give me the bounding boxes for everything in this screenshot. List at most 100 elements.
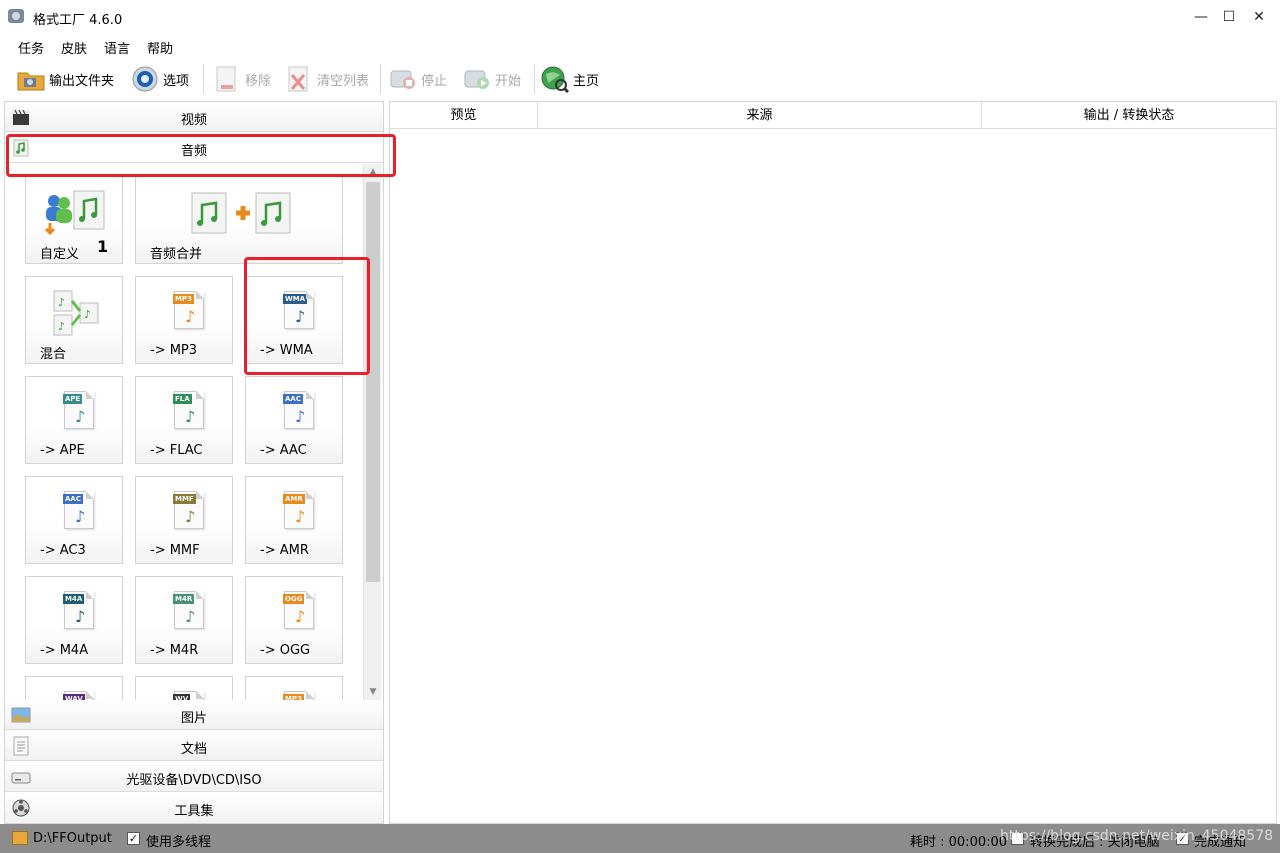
home-button[interactable]: 主页 <box>540 64 599 94</box>
scroll-up-icon[interactable]: ▲ <box>364 164 382 180</box>
format-tag: AAC <box>283 394 303 404</box>
category-picture-label: 图片 <box>180 711 207 726</box>
audio-tile-aac[interactable]: AAC ♪ -> AC3 <box>25 476 123 564</box>
category-tools[interactable]: 工具集 <box>5 793 383 823</box>
scrollbar-thumb[interactable] <box>366 182 380 582</box>
m4r-icon: M4R ♪ <box>170 589 206 633</box>
clear-list-icon <box>284 65 314 93</box>
category-disc[interactable]: 光驱设备\DVD\CD\ISO <box>5 762 383 792</box>
wav-icon: WAV♪ <box>60 689 96 700</box>
format-tag: AAC <box>63 494 83 504</box>
audio-tile-wav[interactable]: WAV♪ <box>25 676 123 700</box>
tile-label: -> M4A <box>40 643 89 658</box>
category-picture[interactable]: 图片 <box>5 700 383 730</box>
task-list-panel: 预览 来源 输出 / 转换状态 <box>389 101 1277 824</box>
column-preview[interactable]: 预览 <box>390 102 538 129</box>
music-note-icon: ♪ <box>295 407 306 426</box>
audio-tile-mp3[interactable]: MP3♪ <box>245 676 343 700</box>
audio-tile-item[interactable]: ♪ ♪ ♪ 混合 <box>25 276 123 364</box>
scroll-down-icon[interactable]: ▼ <box>364 684 382 700</box>
maximize-button[interactable]: ☐ <box>1214 6 1244 28</box>
audio-tile-wma[interactable]: WMA ♪ -> WMA <box>245 276 343 364</box>
folder-icon <box>16 65 46 93</box>
mmf-icon: MMF ♪ <box>170 489 206 533</box>
minimize-button[interactable]: — <box>1186 6 1216 28</box>
aac-icon: AAC ♪ <box>280 389 316 433</box>
output-folder-button[interactable]: 输出文件夹 <box>16 64 114 94</box>
audio-tile-item[interactable]: 音频合并 <box>135 176 343 264</box>
toolbar-separator <box>534 64 535 94</box>
remove-button[interactable]: 移除 <box>212 64 271 94</box>
category-audio[interactable]: 音频 <box>5 133 383 163</box>
svg-text:♪: ♪ <box>58 296 65 309</box>
tile-label: 自定义 <box>40 247 80 262</box>
gear-icon <box>130 65 160 93</box>
app-icon <box>8 9 24 23</box>
stop-icon <box>388 65 418 93</box>
tile-label: -> MP3 <box>150 343 198 358</box>
music-note-icon: ♪ <box>75 407 86 426</box>
audio-tile-m4r[interactable]: M4R ♪ -> M4R <box>135 576 233 664</box>
toolbar-separator <box>380 64 381 94</box>
format-tag: MP3 <box>173 294 194 304</box>
audio-tile-mp3[interactable]: MP3 ♪ -> MP3 <box>135 276 233 364</box>
audio-tile-fla[interactable]: FLA ♪ -> FLAC <box>135 376 233 464</box>
clear-list-label: 清空列表 <box>317 73 370 89</box>
tile-label: -> WMA <box>260 343 313 358</box>
category-audio-label: 音频 <box>180 144 207 159</box>
mp2-icon: MP3♪ <box>280 689 316 700</box>
category-tools-label: 工具集 <box>174 804 214 819</box>
music-note-icon: ♪ <box>75 507 86 526</box>
music-note-icon: ♪ <box>185 407 196 426</box>
audio-tile-mmf[interactable]: MMF ♪ -> MMF <box>135 476 233 564</box>
options-button[interactable]: 选项 <box>130 64 189 94</box>
category-video-label: 视频 <box>180 113 207 128</box>
menu-language[interactable]: 语言 <box>104 38 130 57</box>
category-document-label: 文档 <box>180 742 207 757</box>
stop-label: 停止 <box>421 73 448 89</box>
menu-help[interactable]: 帮助 <box>147 38 173 57</box>
start-button[interactable]: 开始 <box>462 64 521 94</box>
column-output-status[interactable]: 输出 / 转换状态 <box>982 102 1276 129</box>
stop-button[interactable]: 停止 <box>388 64 447 94</box>
category-video[interactable]: 视频 <box>5 102 383 132</box>
format-tag: M4A <box>63 594 85 604</box>
column-source[interactable]: 来源 <box>538 102 982 129</box>
format-tag: M4R <box>173 594 195 604</box>
vertical-scrollbar[interactable]: ▲ ▼ <box>363 164 381 700</box>
format-tag: OGG <box>283 594 305 604</box>
tile-label: -> AAC <box>260 443 307 458</box>
toolbar: 输出文件夹 选项 移除 清空列表 停止 开始 主页 <box>0 58 1280 100</box>
home-label: 主页 <box>573 73 600 89</box>
menu-skin[interactable]: 皮肤 <box>61 38 87 57</box>
audio-tile-ogg[interactable]: OGG ♪ -> OGG <box>245 576 343 664</box>
close-button[interactable]: ✕ <box>1244 6 1274 28</box>
audio-tile-m4a[interactable]: M4A ♪ -> M4A <box>25 576 123 664</box>
output-path[interactable]: D:\FFOutput <box>33 831 112 846</box>
audio-tile-wv[interactable]: WV♪ <box>135 676 233 700</box>
audio-tile-ape[interactable]: APE ♪ -> APE <box>25 376 123 464</box>
ogg-icon: OGG ♪ <box>280 589 316 633</box>
custom-icon <box>40 189 105 236</box>
audio-format-grid: 1 自定义 音频合并 ♪ ♪ ♪ 混合 MP3 ♪ -> MP3 WMA ♪ -> WMA APE ♪ -> … <box>5 164 362 700</box>
audio-tile-amr[interactable]: AMR ♪ -> AMR <box>245 476 343 564</box>
audio-tile-aac[interactable]: AAC ♪ -> AAC <box>245 376 343 464</box>
audio-tile-item[interactable]: 1 自定义 <box>25 176 123 264</box>
tile-badge: 1 <box>97 237 109 256</box>
tile-label: -> APE <box>40 443 85 458</box>
svg-text:♪: ♪ <box>58 320 65 333</box>
menu-task[interactable]: 任务 <box>18 38 44 57</box>
format-tag: AMR <box>283 494 305 504</box>
options-label: 选项 <box>163 73 190 89</box>
folder-icon <box>12 831 28 845</box>
category-document[interactable]: 文档 <box>5 731 383 761</box>
wv-icon: WV♪ <box>170 689 206 700</box>
music-note-icon: ♪ <box>75 607 86 626</box>
format-tag: APE <box>63 394 83 404</box>
tile-label: 混合 <box>40 347 67 362</box>
clear-list-button[interactable]: 清空列表 <box>284 64 369 94</box>
category-panel: 视频 音频 1 自定义 音频合并 ♪ ♪ ♪ 混合 MP3 ♪ -> MP3 WMA ♪ -> WMA A… <box>4 101 384 824</box>
multithread-label: 使用多线程 <box>146 835 212 850</box>
tile-label: -> AC3 <box>40 543 86 558</box>
multithread-checkbox[interactable]: ✓ <box>127 832 140 845</box>
